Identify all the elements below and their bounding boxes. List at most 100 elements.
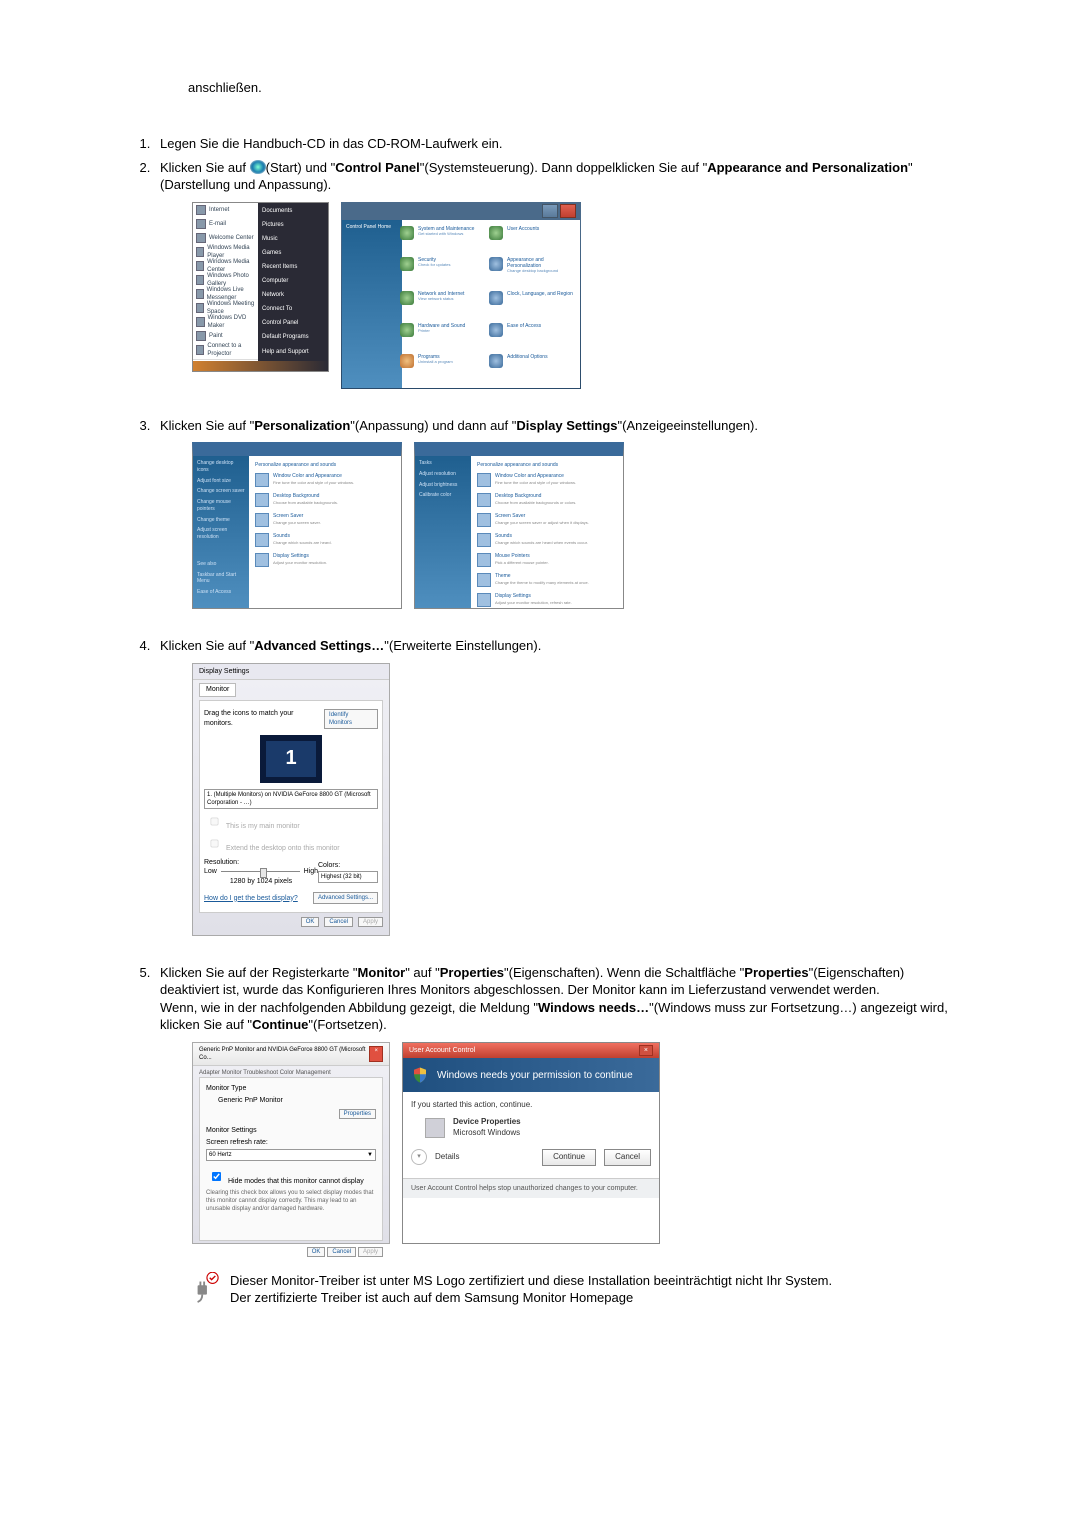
app-icon: [196, 331, 206, 341]
t: "(Erweiterte Einstellungen).: [384, 638, 541, 653]
plug-checkmark-icon: [192, 1272, 220, 1306]
cp-icon: [489, 226, 503, 240]
cancel-button[interactable]: Cancel: [327, 1247, 356, 1257]
colors-select[interactable]: Highest (32 bit): [318, 871, 378, 883]
start-item: Music: [262, 235, 324, 243]
mp-tabs[interactable]: Adapter Monitor Troubleshoot Color Manag…: [199, 1069, 383, 1077]
cp-item: Ease of Access: [507, 323, 541, 329]
pers-icon: [255, 473, 269, 487]
cancel-button[interactable]: Cancel: [324, 917, 353, 927]
t: Klicken Sie auf: [160, 160, 250, 175]
ok-button[interactable]: OK: [307, 1247, 326, 1257]
note-line-2: Der zertifizierte Treiber ist auch auf d…: [230, 1289, 832, 1307]
apply-button[interactable]: Apply: [358, 917, 383, 927]
app-icon: [196, 317, 205, 327]
pers-sub: Change the theme to modify many elements…: [495, 580, 589, 585]
monitor-preview: 1: [260, 735, 322, 783]
t: Display Settings: [516, 418, 617, 433]
cp-sub: Uninstall a program: [418, 360, 453, 365]
start-item: All Programs: [202, 363, 236, 371]
pers-sub: Change your screen saver.: [273, 520, 321, 525]
pers-side-item: Change theme: [197, 517, 245, 524]
mp-type-value: Generic PnP Monitor: [218, 1096, 376, 1105]
figure-personalization-2: Tasks Adjust resolution Adjust brightnes…: [414, 442, 624, 609]
pers-item: Sounds: [273, 533, 290, 539]
start-item: Internet: [209, 206, 229, 214]
monitor-select[interactable]: 1. (Multiple Monitors) on NVIDIA GeForce…: [204, 789, 378, 809]
refresh-select[interactable]: 60 Hertz▼: [206, 1149, 376, 1161]
pers-icon: [477, 533, 491, 547]
t: "(Anzeigeeinstellungen).: [618, 418, 758, 433]
start-item: Control Panel: [262, 319, 324, 327]
cp-icon: [400, 291, 414, 305]
details-link[interactable]: Details: [435, 1152, 459, 1163]
pers-icon: [255, 553, 269, 567]
pers-side-item: Change desktop icons: [197, 460, 245, 474]
pers-side-item: Calibrate color: [419, 492, 467, 499]
pers-item: Mouse Pointers: [495, 553, 530, 559]
help-link[interactable]: How do I get the best display?: [204, 894, 298, 903]
cp-icon: [400, 257, 414, 271]
t: "(Anpassung) und dann auf ": [350, 418, 516, 433]
cancel-button[interactable]: Cancel: [604, 1149, 651, 1166]
continue-button[interactable]: Continue: [542, 1149, 596, 1166]
pers-icon: [477, 573, 491, 587]
app-icon: [196, 247, 204, 257]
start-item: Default Programs: [262, 333, 324, 341]
close-icon: [560, 204, 576, 218]
advanced-settings-button[interactable]: Advanced Settings...: [313, 892, 378, 904]
cp-sub: View network status: [418, 297, 464, 302]
pers-item: Desktop Background: [273, 493, 319, 499]
uac-footer: User Account Control helps stop unauthor…: [403, 1178, 659, 1198]
start-item: Help and Support: [262, 348, 324, 356]
pers-item: Sounds: [495, 533, 512, 539]
t: "(Eigenschaften). Wenn die Schaltfläche …: [504, 965, 744, 980]
ds-drag: Drag the icons to match your monitors.: [204, 709, 324, 728]
intro-text: anschließen.: [188, 80, 950, 95]
pers-sub: Adjust your monitor resolution.: [273, 560, 327, 565]
app-icon: [196, 233, 206, 243]
shield-icon: [411, 1066, 429, 1084]
pers-sub: Change your screen saver or adjust when …: [495, 520, 589, 525]
pers-item: Screen Saver: [495, 513, 525, 519]
chk-label: Extend the desktop onto this monitor: [226, 845, 340, 852]
resolution-slider[interactable]: [221, 869, 300, 875]
pers-sub: Adjust your monitor resolution, refresh …: [495, 600, 572, 605]
app-icon: [196, 289, 204, 299]
identify-button[interactable]: Identify Monitors: [324, 709, 378, 729]
pers-sub: Choose from available backgrounds.: [273, 500, 338, 505]
cp-sub: Change desktop background: [507, 269, 574, 274]
cp-icon: [400, 354, 414, 368]
mp-refresh-label: Screen refresh rate:: [206, 1138, 376, 1147]
t: Properties: [440, 965, 504, 980]
pers-item: Window Color and Appearance: [495, 473, 564, 479]
pers-icon: [477, 493, 491, 507]
pers-icon: [477, 473, 491, 487]
cp-item: Clock, Language, and Region: [507, 291, 573, 297]
pers-item: Display Settings: [273, 553, 309, 559]
start-item: Pictures: [262, 221, 324, 229]
close-icon[interactable]: ×: [639, 1045, 653, 1056]
uac-title: User Account Control: [409, 1046, 475, 1055]
start-item: Connect To: [262, 305, 324, 313]
chevron-down-icon[interactable]: ▾: [411, 1149, 427, 1165]
start-item: Recent Items: [262, 263, 324, 271]
apply-button[interactable]: Apply: [358, 1247, 383, 1257]
t: Windows needs…: [538, 1000, 649, 1015]
pers-title: Personalize appearance and sounds: [255, 462, 395, 469]
pers-side-item: Adjust screen resolution: [197, 527, 245, 541]
ok-button[interactable]: OK: [301, 917, 320, 927]
pers-side-item: Taskbar and Start Menu: [197, 572, 245, 586]
properties-button[interactable]: Properties: [339, 1109, 376, 1119]
cp-icon: [489, 291, 503, 305]
certification-note: Dieser Monitor-Treiber ist unter MS Logo…: [192, 1272, 950, 1307]
t: Control Panel: [335, 160, 420, 175]
hide-modes-check[interactable]: [212, 1172, 221, 1181]
figure-personalization-1: Change desktop icons Adjust font size Ch…: [192, 442, 402, 609]
cp-side-title: Control Panel Home: [346, 224, 398, 231]
cp-icon: [400, 323, 414, 337]
close-icon[interactable]: ×: [369, 1046, 383, 1062]
cp-icon: [489, 354, 503, 368]
figure-control-panel: Control Panel Home System and Maintenanc…: [341, 202, 581, 389]
pers-item: Window Color and Appearance: [273, 473, 342, 479]
